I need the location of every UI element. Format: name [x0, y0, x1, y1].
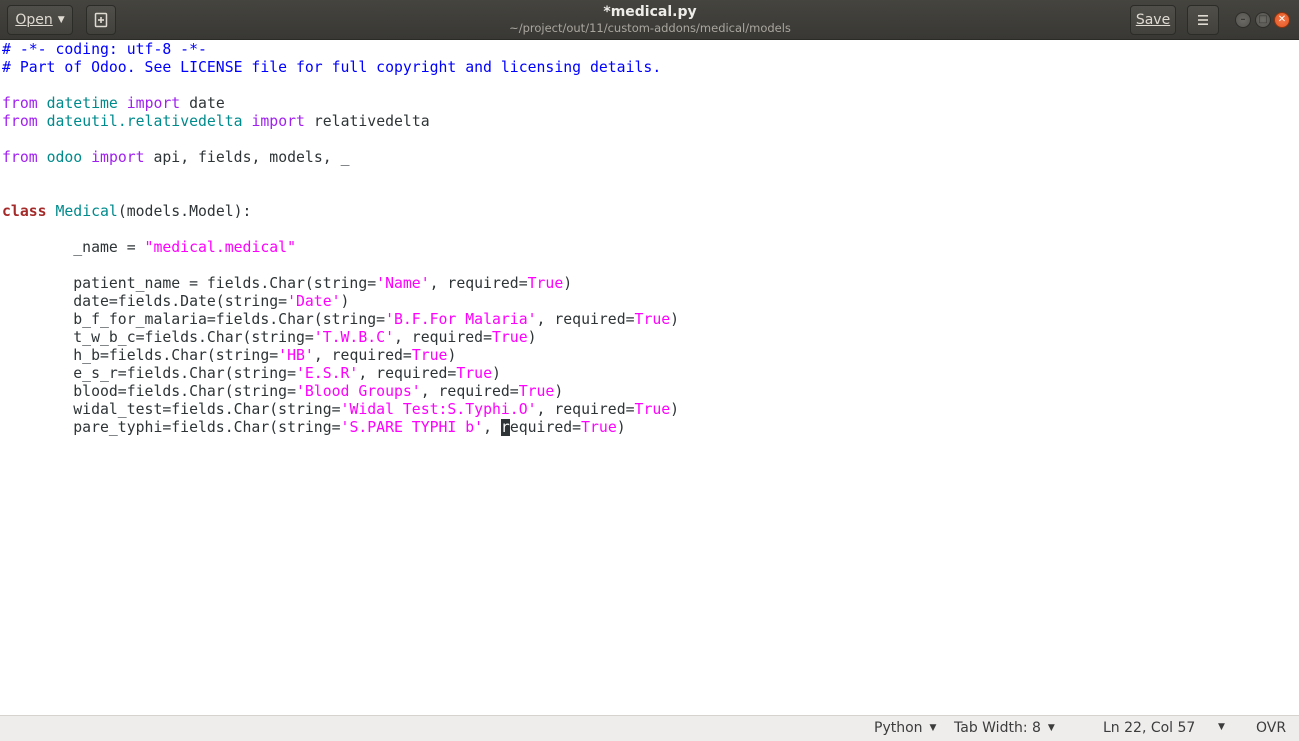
code-line: patient_name = fields.Char(string='Name'… [2, 275, 573, 292]
code-editor[interactable]: # -*- coding: utf-8 -*- # Part of Odoo. S… [0, 41, 1299, 715]
code-line: _name = "medical.medical" [2, 239, 296, 256]
code-line: blood=fields.Char(string='Blood Groups',… [2, 383, 564, 400]
chevron-down-icon: ▼ [929, 723, 937, 733]
hamburger-menu-button[interactable] [1187, 5, 1219, 35]
hamburger-menu-icon [1198, 15, 1208, 25]
chevron-down-icon[interactable]: ▼ [1218, 722, 1225, 732]
cursor-position-label: Ln 22, Col 57 [1103, 720, 1196, 736]
overwrite-mode-indicator[interactable]: OVR [1256, 720, 1286, 736]
code-line: # -*- coding: utf-8 -*- [2, 41, 207, 58]
maximize-icon: □ [1258, 14, 1268, 25]
code-line: e_s_r=fields.Char(string='E.S.R', requir… [2, 365, 501, 382]
cursor-position[interactable]: Ln 22, Col 57 [1103, 720, 1195, 736]
code-line: ​ [2, 77, 679, 95]
code-line: widal_test=fields.Char(string='Widal Tes… [2, 401, 680, 418]
minimize-icon: – [1240, 14, 1246, 25]
open-label: Open [15, 12, 53, 28]
language-selector[interactable]: Python ▼ [874, 720, 936, 736]
code-line: h_b=fields.Char(string='HB', required=Tr… [2, 347, 457, 364]
header-bar: Open ▼ *medical.py ~/project/out/11/cust… [0, 0, 1299, 40]
close-icon: ✕ [1277, 14, 1287, 25]
overwrite-mode-label: OVR [1256, 720, 1287, 736]
code-line: from odoo import api, fields, models, _ [2, 149, 350, 166]
status-bar: Python ▼ Tab Width: 8 ▼ Ln 22, Col 57 ▼ … [0, 715, 1299, 741]
code-line: b_f_for_malaria=fields.Char(string='B.F.… [2, 311, 680, 328]
code-line: ​ [2, 131, 679, 149]
new-document-icon [94, 12, 108, 28]
window-subtitle: ~/project/out/11/custom-addons/medical/m… [509, 21, 791, 35]
save-button[interactable]: Save [1130, 5, 1176, 35]
code-line: date=fields.Date(string='Date') [2, 293, 350, 310]
maximize-button[interactable]: □ [1255, 12, 1271, 28]
code-line: t_w_b_c=fields.Char(string='T.W.B.C', re… [2, 329, 537, 346]
window-title: *medical.py [603, 4, 697, 20]
close-button[interactable]: ✕ [1274, 12, 1290, 28]
code-line: class Medical(models.Model): [2, 203, 252, 220]
code-line: ​ [2, 167, 679, 185]
language-label: Python [874, 720, 923, 736]
code-line: ​ [2, 221, 679, 239]
code-line: # Part of Odoo. See LICENSE file for ful… [2, 59, 662, 76]
code-line: ​ [2, 185, 679, 203]
save-label: Save [1135, 12, 1171, 28]
tab-width-selector[interactable]: Tab Width: 8 ▼ [954, 720, 1055, 736]
tab-width-label: Tab Width: 8 [954, 720, 1041, 736]
chevron-down-icon: ▼ [1047, 723, 1055, 733]
minimize-button[interactable]: – [1235, 12, 1251, 28]
code-text[interactable]: # -*- coding: utf-8 -*- # Part of Odoo. S… [2, 41, 679, 437]
open-button[interactable]: Open ▼ [7, 5, 73, 35]
code-line: ​ [2, 257, 679, 275]
code-line: pare_typhi=fields.Char(string='S.PARE TY… [2, 419, 626, 436]
chevron-down-icon: ▼ [57, 15, 65, 25]
code-line: from dateutil.relativedelta import relat… [2, 113, 430, 130]
new-document-button[interactable] [86, 5, 116, 35]
code-line: from datetime import date [2, 95, 225, 112]
